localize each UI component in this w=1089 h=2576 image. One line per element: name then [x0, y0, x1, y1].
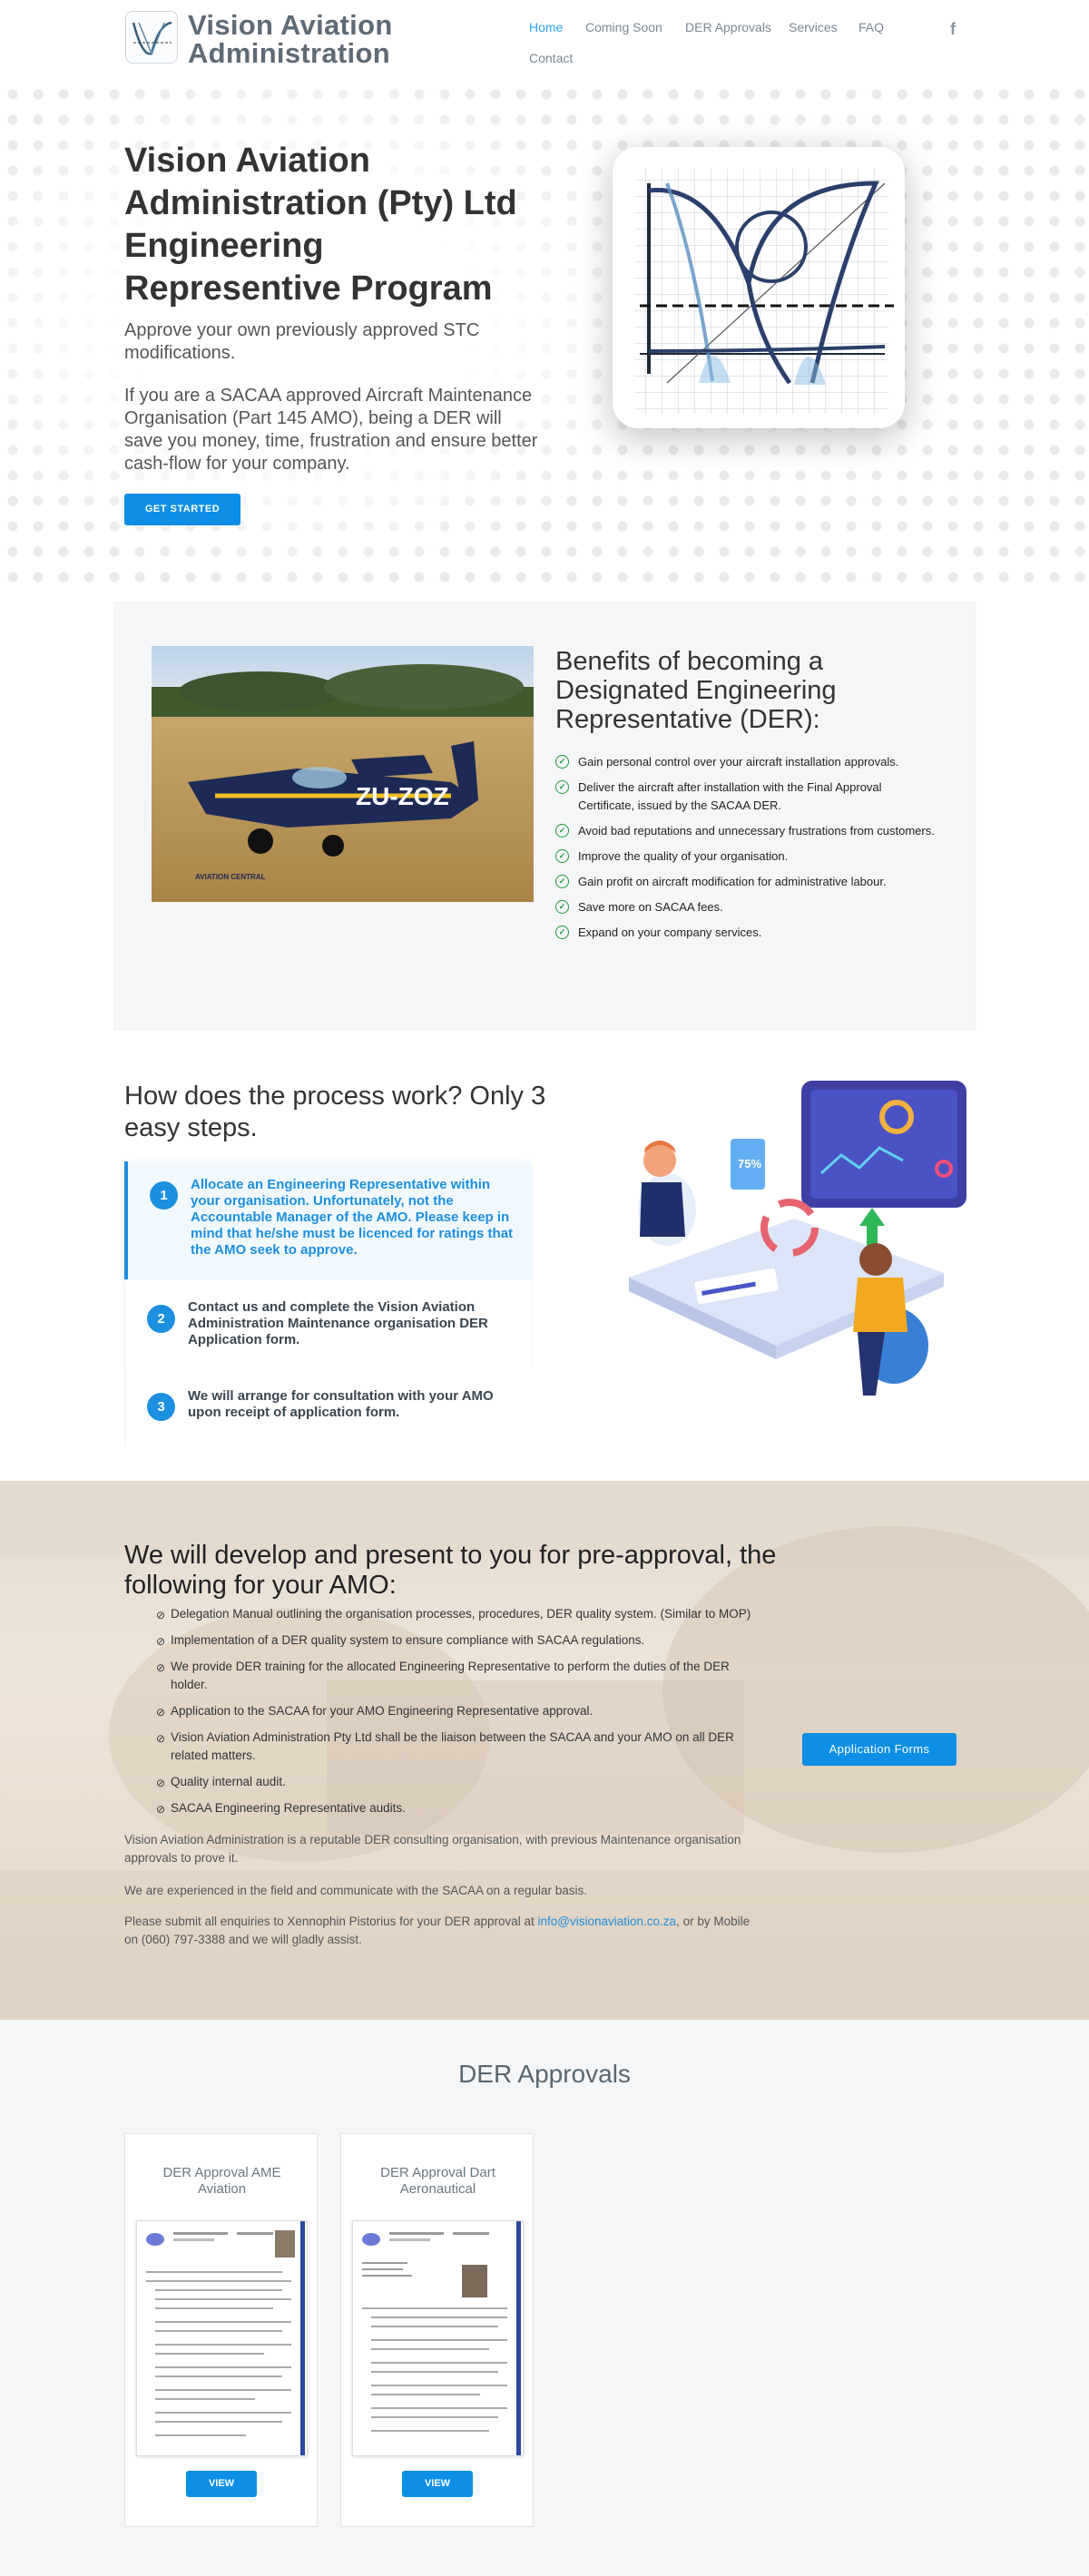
aerobatic-plane-photo: ZU-ZOZ AVIATION CENTRAL	[152, 646, 534, 902]
check-circle-icon: ✓	[555, 926, 569, 939]
benefits-section: ZU-ZOZ AVIATION CENTRAL Benefits of beco…	[113, 602, 976, 1031]
step-number: 2	[147, 1305, 175, 1333]
hero-section: Vision Aviation Administration (Pty) Ltd…	[0, 82, 1089, 590]
check-circle-icon: ✓	[555, 755, 569, 769]
view-button[interactable]: VIEW	[402, 2471, 473, 2497]
step-number: 1	[150, 1181, 178, 1210]
chart-badge: 75%	[738, 1157, 762, 1170]
nav-contact[interactable]: Contact	[529, 51, 573, 65]
approvals-title: DER Approvals	[458, 2060, 631, 2088]
view-button[interactable]: VIEW	[186, 2471, 257, 2497]
logo-line2: Administration	[188, 37, 390, 69]
list-item: ⊘ Delegation Manual outlining the organis…	[156, 1605, 755, 1623]
facebook-icon[interactable]: f	[950, 20, 956, 39]
nav-coming-soon[interactable]: Coming Soon	[585, 20, 662, 34]
step-text: Allocate an Engineering Representative w…	[191, 1177, 514, 1258]
svg-text:ZU-ZOZ: ZU-ZOZ	[356, 782, 449, 810]
list-item: ⊘ We provide DER training for the allocat…	[156, 1660, 730, 1691]
check-circle-icon: ✓	[555, 824, 569, 837]
team-meeting-illustration: 75%	[594, 1073, 966, 1427]
check-circle-icon: ⊘	[156, 1609, 166, 1621]
list-item: ✓ Expand on your company services.	[555, 924, 937, 942]
process-title: How does the process work? Only 3 easy s…	[124, 1082, 546, 1142]
develop-para-2: We are experienced in the field and comm…	[124, 1884, 588, 1897]
logo-line1: Vision Aviation	[188, 9, 393, 41]
step-2[interactable]: 2 Contact us and complete the Vision Avi…	[124, 1279, 531, 1366]
list-item: ⊘ Implementation of a DER quality system …	[156, 1631, 755, 1650]
check-circle-icon: ✓	[555, 875, 569, 888]
list-item: ✓ Gain profit on aircraft modification fo…	[555, 873, 937, 891]
step-1[interactable]: 1 Allocate an Engineering Representative…	[124, 1161, 531, 1279]
card-title: DER Approval Dart Aeronautical	[380, 2165, 495, 2197]
check-circle-icon: ✓	[555, 780, 569, 794]
step-text: We will arrange for consultation with yo…	[188, 1388, 494, 1420]
develop-list: ⊘ Delegation Manual outlining the organis…	[156, 1605, 755, 1826]
site-header: Vision Aviation Administration Home Comi…	[0, 0, 1089, 82]
nav-home[interactable]: Home	[529, 20, 563, 34]
nav-der-approvals[interactable]: DER Approvals	[685, 20, 771, 34]
hero-logo-image	[613, 147, 905, 428]
list-item: ✓ Avoid bad reputations and unnecessary f…	[555, 822, 937, 840]
develop-para-3: Please submit all enquiries to Xennophin…	[124, 1915, 751, 1946]
develop-para-1: Vision Aviation Administration is a repu…	[124, 1833, 741, 1865]
hero-body: If you are a SACAA approved Aircraft Mai…	[124, 386, 538, 474]
check-circle-icon: ⊘	[156, 1803, 166, 1816]
list-item: ✓ Save more on SACAA fees.	[555, 898, 937, 916]
nav-services[interactable]: Services	[789, 20, 838, 34]
list-item: ⊘ Vision Aviation Administration Pty Ltd …	[156, 1730, 734, 1762]
approval-card: DER Approval Dart Aeronautical VIEW	[340, 2133, 534, 2527]
check-circle-icon: ⊘	[156, 1635, 166, 1648]
email-link[interactable]: info@visionaviation.co.za	[538, 1915, 677, 1928]
check-circle-icon: ⊘	[156, 1661, 166, 1674]
list-item: ✓ Improve the quality of your organisatio…	[555, 847, 937, 866]
get-started-button[interactable]: GET STARTED	[124, 494, 240, 525]
card-title: DER Approval AME Aviation	[162, 2165, 281, 2197]
benefits-list: ✓ Gain personal control over your aircraf…	[555, 753, 937, 949]
certificate-thumbnail[interactable]	[352, 2220, 524, 2456]
check-circle-icon: ⊘	[156, 1777, 166, 1789]
photo-watermark: AVIATION CENTRAL	[195, 873, 266, 881]
list-item: ✓ Deliver the aircraft after installation…	[555, 779, 937, 815]
step-number: 3	[147, 1393, 175, 1421]
benefits-title: Benefits of becoming a Designated Engine…	[555, 647, 837, 734]
check-circle-icon: ✓	[555, 849, 569, 863]
logo-mark[interactable]	[125, 11, 178, 64]
der-approvals-section: DER Approvals DER Approval AME Aviation	[0, 2020, 1089, 2576]
nav-faq[interactable]: FAQ	[858, 20, 884, 34]
logo-text[interactable]: Vision Aviation Administration	[188, 11, 393, 67]
list-item: ⊘ SACAA Engineering Representative audits…	[156, 1799, 755, 1817]
check-circle-icon: ⊘	[156, 1706, 166, 1719]
list-item: ⊘ Application to the SACAA for your AMO E…	[156, 1702, 755, 1720]
list-item: ⊘ Quality internal audit.	[156, 1773, 755, 1791]
hero-subtitle: Approve your own previously approved STC…	[124, 320, 480, 363]
certificate-thumbnail[interactable]	[136, 2220, 308, 2456]
step-3[interactable]: 3 We will arrange for consultation with …	[124, 1366, 531, 1445]
develop-title: We will develop and present to you for p…	[124, 1541, 777, 1600]
check-circle-icon: ✓	[555, 900, 569, 914]
approval-card: DER Approval AME Aviation VIEW	[124, 2133, 318, 2527]
hero-title: Vision Aviation Administration (Pty) Ltd…	[124, 142, 517, 308]
list-item: ✓ Gain personal control over your aircraf…	[555, 753, 937, 771]
check-circle-icon: ⊘	[156, 1732, 166, 1745]
step-text: Contact us and complete the Vision Aviat…	[188, 1299, 488, 1347]
application-forms-button[interactable]: Application Forms	[802, 1733, 957, 1766]
develop-section: We will develop and present to you for p…	[0, 1481, 1089, 2020]
